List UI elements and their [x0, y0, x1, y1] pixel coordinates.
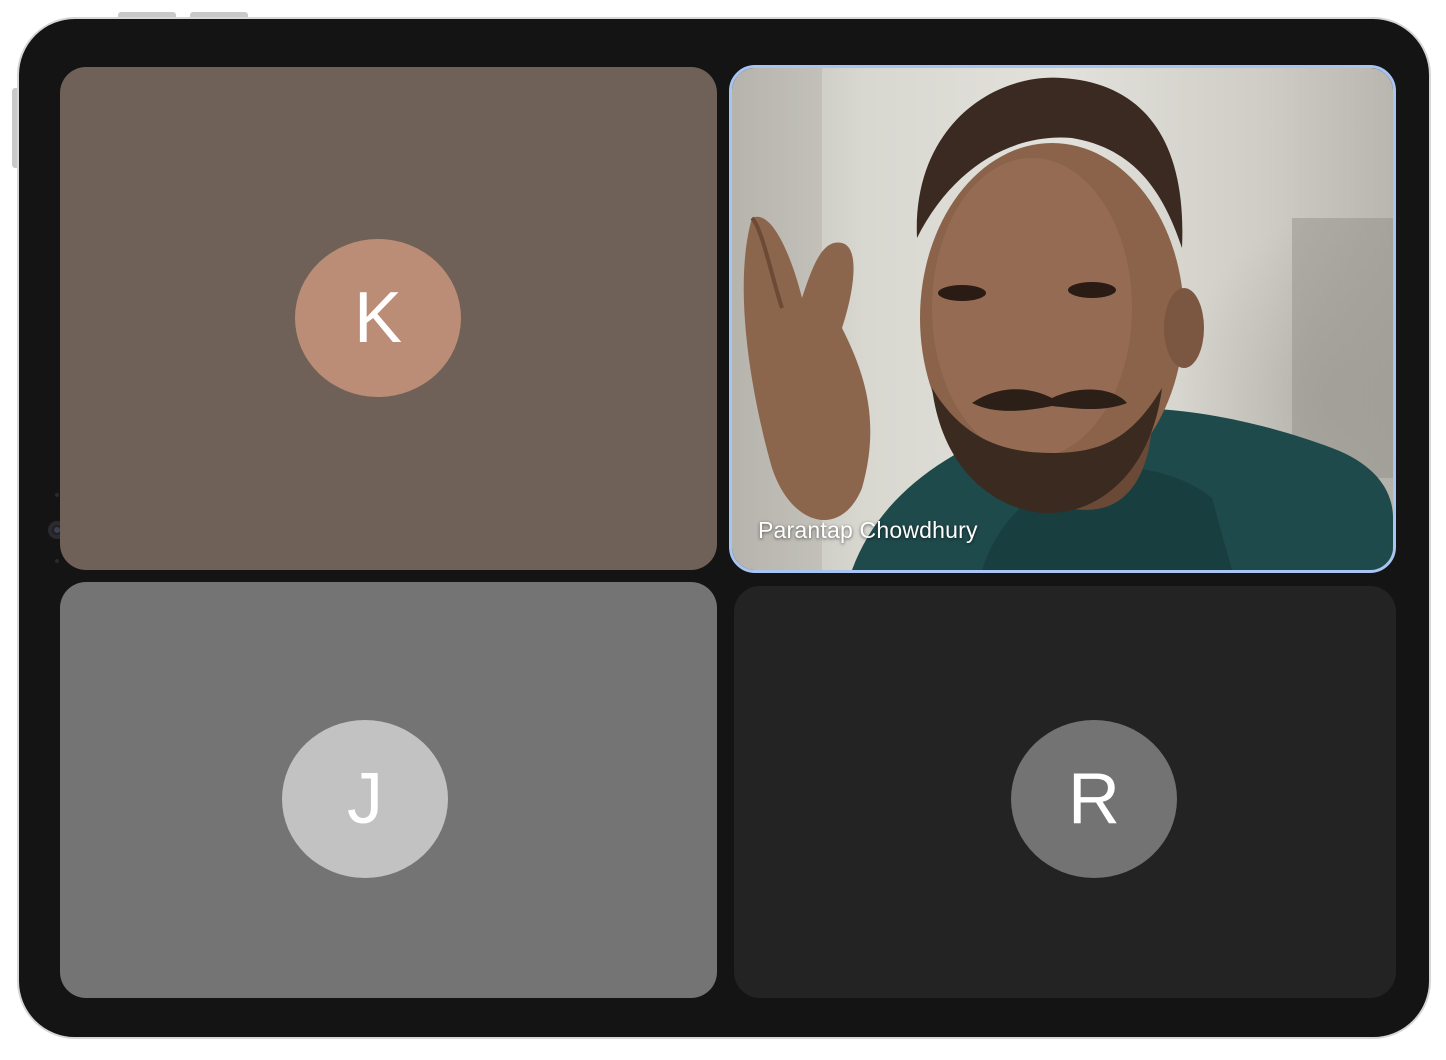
participant-video — [732, 68, 1393, 570]
participant-tile-r[interactable]: R — [734, 586, 1396, 998]
avatar-k: K — [295, 239, 461, 397]
avatar-r: R — [1011, 720, 1177, 878]
proximity-sensor — [55, 559, 59, 563]
ambient-sensor — [55, 493, 59, 497]
video-frame-illustration — [732, 68, 1393, 570]
avatar-initial: K — [353, 278, 403, 358]
participant-tile-k[interactable]: K — [60, 67, 717, 570]
participant-name-label: Parantap Chowdhury — [758, 517, 978, 543]
avatar-initial: R — [1068, 759, 1120, 839]
avatar-j: J — [282, 720, 448, 878]
avatar-initial: J — [347, 759, 383, 839]
participant-tile-j[interactable]: J — [60, 582, 717, 998]
tablet-frame: K Parantap Chowdhury J R — [17, 17, 1431, 1039]
participant-tile-parantap[interactable]: Parantap Chowdhury — [729, 65, 1396, 573]
